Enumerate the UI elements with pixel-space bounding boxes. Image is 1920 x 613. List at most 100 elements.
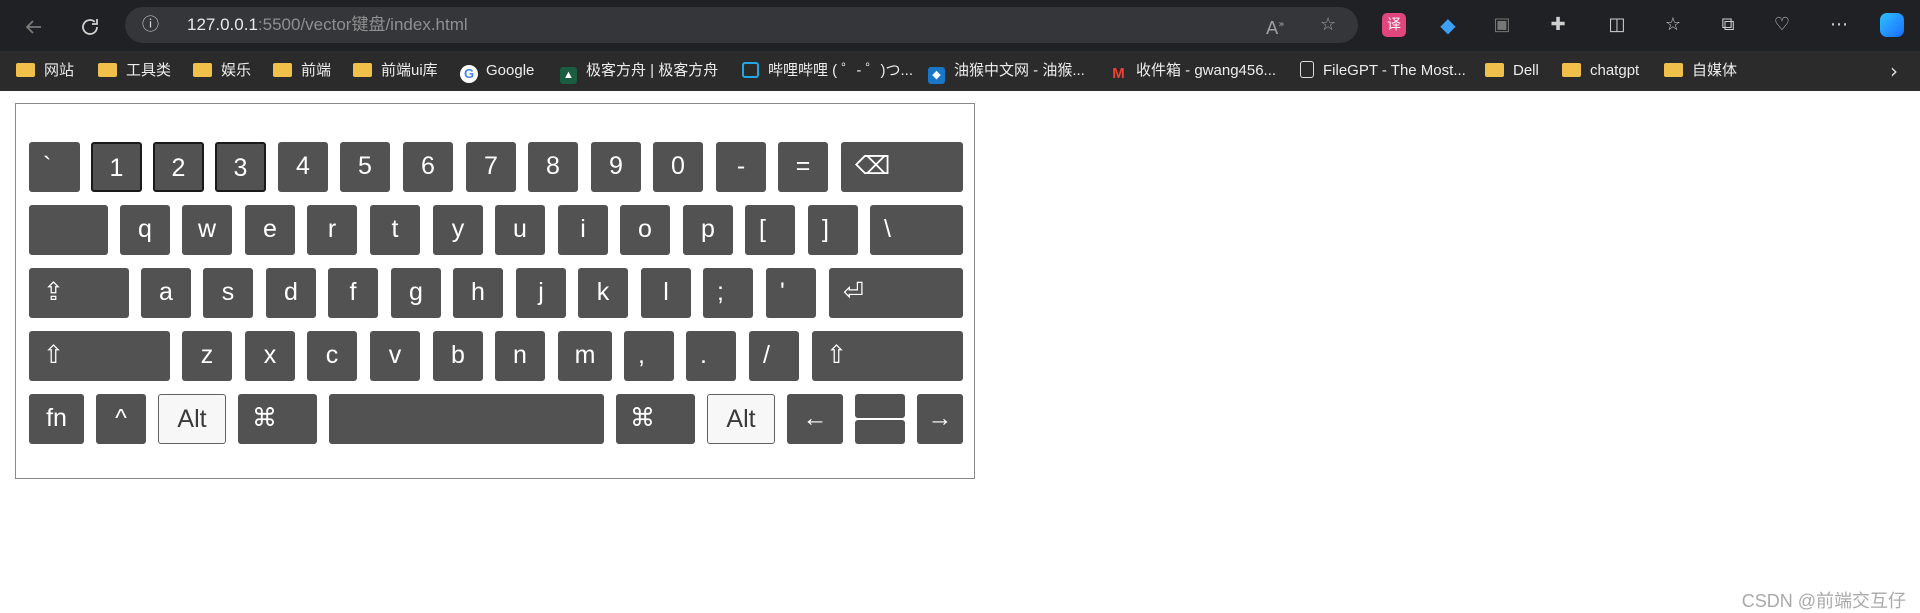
key-o[interactable]: o <box>620 205 670 255</box>
key-backtick[interactable]: ` <box>29 142 80 192</box>
url-text[interactable]: 127.0.0.1:5500/vector键盘/index.html <box>187 7 468 43</box>
key-g[interactable]: g <box>391 268 441 318</box>
key-arrow-left[interactable]: ← <box>787 394 843 444</box>
address-bar[interactable]: ⓘ 127.0.0.1:5500/vector键盘/index.html A» … <box>125 7 1358 43</box>
collections-icon[interactable]: ▣ <box>1490 13 1514 37</box>
back-button[interactable] <box>16 0 52 51</box>
key-8[interactable]: 8 <box>528 142 578 192</box>
key-f[interactable]: f <box>328 268 378 318</box>
key-left-alt[interactable]: Alt <box>158 394 226 444</box>
key-right-bracket[interactable]: ] <box>808 205 858 255</box>
key-s[interactable]: s <box>203 268 253 318</box>
key-z[interactable]: z <box>182 331 232 381</box>
key-backspace[interactable]: ⌫ <box>841 142 963 192</box>
key-comma[interactable]: , <box>624 331 674 381</box>
translate-extension-icon[interactable]: 译 <box>1382 13 1406 37</box>
key-d[interactable]: d <box>266 268 316 318</box>
key-u[interactable]: u <box>495 205 545 255</box>
key-arrow-down[interactable] <box>855 420 905 444</box>
bookmark-item[interactable]: ◆ 油猴中文网 - 油猴... <box>928 51 1085 91</box>
bookmark-item[interactable]: ▲ 极客方舟 | 极客方舟 <box>560 51 718 91</box>
key-caret[interactable]: ^ <box>96 394 146 444</box>
bookmark-item[interactable]: 娱乐 <box>193 51 251 91</box>
key-arrow-up[interactable] <box>855 394 905 418</box>
key-left-command[interactable]: ⌘ <box>238 394 317 444</box>
key-3[interactable]: 3 <box>215 142 266 192</box>
key-4[interactable]: 4 <box>278 142 328 192</box>
key-slash[interactable]: / <box>749 331 799 381</box>
bookmark-label: 油猴中文网 - 油猴... <box>954 62 1085 79</box>
favorites-icon[interactable]: ☆ <box>1661 13 1685 37</box>
key-equals[interactable]: = <box>778 142 828 192</box>
gmail-icon: M <box>1112 65 1125 82</box>
key-e[interactable]: e <box>245 205 295 255</box>
bookmark-extension-icon[interactable]: ◆ <box>1436 13 1460 37</box>
key-caps-lock[interactable]: ⇪ <box>29 268 129 318</box>
key-k[interactable]: k <box>578 268 628 318</box>
key-l[interactable]: l <box>641 268 691 318</box>
key-p[interactable]: p <box>683 205 733 255</box>
key-minus[interactable]: - <box>716 142 766 192</box>
bookmark-item[interactable]: 自媒体 <box>1664 51 1737 91</box>
extensions-icon[interactable]: ✚ <box>1546 13 1570 37</box>
key-v[interactable]: v <box>370 331 420 381</box>
key-j[interactable]: j <box>516 268 566 318</box>
key-0[interactable]: 0 <box>653 142 703 192</box>
key-6[interactable]: 6 <box>403 142 453 192</box>
key-a[interactable]: a <box>141 268 191 318</box>
key-n[interactable]: n <box>495 331 545 381</box>
key-1[interactable]: 1 <box>91 142 142 192</box>
reload-button[interactable] <box>72 0 108 51</box>
bookmark-item[interactable]: M 收件箱 - gwang456... <box>1110 51 1276 91</box>
key-5[interactable]: 5 <box>340 142 390 192</box>
bookmark-item[interactable]: chatgpt <box>1562 51 1639 91</box>
key-y[interactable]: y <box>433 205 483 255</box>
key-arrow-right[interactable]: → <box>917 394 963 444</box>
key-right-command[interactable]: ⌘ <box>616 394 695 444</box>
key-backslash[interactable]: \ <box>870 205 963 255</box>
bookmark-item[interactable]: G Google <box>460 51 534 91</box>
key-i[interactable]: i <box>558 205 608 255</box>
collections-add-icon[interactable]: ⧉ <box>1716 13 1740 37</box>
key-fn[interactable]: fn <box>29 394 84 444</box>
bookmark-item[interactable]: 工具类 <box>98 51 171 91</box>
key-x[interactable]: x <box>245 331 295 381</box>
key-c[interactable]: c <box>307 331 357 381</box>
key-arrow-up-down[interactable] <box>855 394 905 444</box>
key-r[interactable]: r <box>307 205 357 255</box>
split-screen-icon[interactable]: ◫ <box>1605 13 1629 37</box>
more-icon[interactable]: ⋯ <box>1827 13 1851 37</box>
key-right-alt[interactable]: Alt <box>707 394 775 444</box>
key-space[interactable] <box>329 394 604 444</box>
key-left-bracket[interactable]: [ <box>745 205 795 255</box>
key-w[interactable]: w <box>182 205 232 255</box>
key-right-shift[interactable]: ⇧ <box>812 331 963 381</box>
key-period[interactable]: . <box>686 331 736 381</box>
key-9[interactable]: 9 <box>591 142 641 192</box>
key-m[interactable]: m <box>558 331 612 381</box>
bookmark-item[interactable]: 网站 <box>16 51 74 91</box>
info-icon[interactable]: ⓘ <box>142 7 159 43</box>
bookmark-item[interactable]: 前端 <box>273 51 331 91</box>
key-7[interactable]: 7 <box>466 142 516 192</box>
key-semicolon[interactable]: ; <box>703 268 753 318</box>
key-t[interactable]: t <box>370 205 420 255</box>
key-b[interactable]: b <box>433 331 483 381</box>
bookmark-item[interactable]: Dell <box>1485 51 1539 91</box>
key-h[interactable]: h <box>453 268 503 318</box>
key-left-shift[interactable]: ⇧ <box>29 331 170 381</box>
key-enter[interactable]: ⏎ <box>829 268 963 318</box>
health-icon[interactable]: ♡ <box>1770 13 1794 37</box>
key-q[interactable]: q <box>120 205 170 255</box>
key-quote[interactable]: ' <box>766 268 816 318</box>
star-icon[interactable]: ☆ <box>1320 7 1336 43</box>
key-tab[interactable] <box>29 205 108 255</box>
bookmark-item[interactable]: FileGPT - The Most... <box>1300 51 1466 91</box>
read-aloud-icon[interactable]: A» <box>1266 7 1284 47</box>
chevron-right-icon[interactable]: › <box>1890 51 1898 91</box>
bookmark-item[interactable]: 前端ui库 <box>353 51 438 91</box>
bookmark-item[interactable]: 哔哩哔哩 ( ゜- ゜)つ... <box>742 51 913 91</box>
file-icon <box>1300 61 1314 78</box>
copilot-icon[interactable] <box>1880 13 1904 37</box>
key-2[interactable]: 2 <box>153 142 204 192</box>
